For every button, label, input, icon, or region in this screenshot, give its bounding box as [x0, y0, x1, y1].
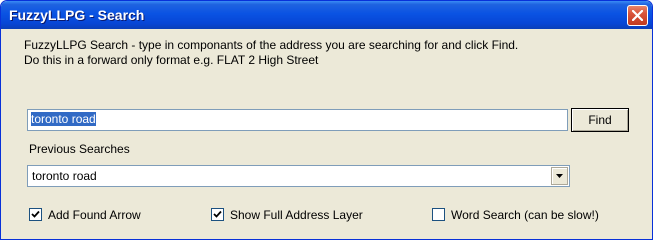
previous-searches-value: toronto road: [32, 169, 97, 183]
show-full-address-layer-label: Show Full Address Layer: [230, 208, 363, 222]
checkmark-icon: [31, 210, 40, 218]
close-button[interactable]: [627, 5, 648, 26]
find-button[interactable]: Find: [571, 108, 629, 132]
search-input[interactable]: toronto road: [27, 109, 568, 131]
previous-searches-dropdown[interactable]: toronto road: [27, 165, 570, 187]
instructions-line-2: Do this in a forward only format e.g. FL…: [24, 53, 319, 67]
previous-searches-label: Previous Searches: [29, 142, 130, 156]
word-search-label: Word Search (can be slow!): [451, 208, 599, 222]
add-found-arrow-label: Add Found Arrow: [48, 208, 141, 222]
title-bar[interactable]: FuzzyLLPG - Search: [1, 1, 652, 29]
instructions: FuzzyLLPG Search - type in componants of…: [24, 38, 518, 68]
checkbox-box[interactable]: [211, 208, 224, 221]
instructions-line-1: FuzzyLLPG Search - type in componants of…: [24, 38, 519, 52]
dropdown-button[interactable]: [551, 167, 568, 185]
search-dialog: FuzzyLLPG - Search FuzzyLLPG Search - ty…: [0, 0, 653, 240]
search-input-value: toronto road: [31, 112, 96, 126]
window-title: FuzzyLLPG - Search: [9, 7, 145, 23]
chevron-down-icon: [556, 174, 563, 178]
checkbox-box[interactable]: [29, 208, 42, 221]
checkbox-box[interactable]: [432, 208, 445, 221]
close-icon: [632, 10, 643, 21]
checkmark-icon: [213, 210, 222, 218]
